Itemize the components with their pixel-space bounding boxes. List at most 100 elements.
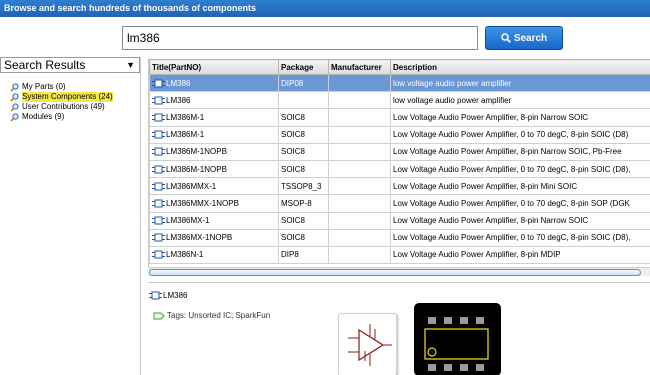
cell-manufacturer: [328, 73, 391, 93]
results-dropdown[interactable]: Search Results ▼: [0, 57, 140, 73]
chip-icon: [152, 79, 165, 88]
chip-icon: [152, 216, 165, 225]
window-title: Browse and search hundreds of thousands …: [4, 3, 257, 13]
column-header-manufacturer[interactable]: Manufacturer: [328, 59, 391, 75]
table-row[interactable]: LM386 low voltage audio power amplifier: [149, 91, 650, 110]
cell-package: DIP08: [278, 73, 329, 93]
column-header-description[interactable]: Description: [390, 59, 650, 75]
cell-title: LM386M-1: [149, 108, 279, 127]
dropdown-arrow-icon: ▼: [126, 60, 135, 70]
tree-item[interactable]: System Components (24): [10, 92, 140, 102]
chip-icon: [152, 96, 165, 105]
tree-item[interactable]: User Contributions (49): [10, 102, 140, 112]
cell-title-text: LM386MMX-1NOPB: [166, 198, 239, 208]
cell-title: LM386MX-1: [149, 211, 279, 230]
cell-package: SOIC8: [278, 159, 329, 179]
magnifier-icon: [10, 102, 19, 112]
table-row[interactable]: LM386M-1 SOIC8 Low Voltage Audio Power Amp…: [149, 125, 650, 144]
tree-item[interactable]: Modules (9): [10, 112, 140, 122]
chip-icon: [152, 233, 165, 242]
table-row[interactable]: LM386M-1NOPB SOIC8 Low Voltage Audio Power…: [149, 142, 650, 161]
chip-icon: [152, 199, 165, 208]
cell-title: LM386MX-1NOPB: [149, 228, 279, 247]
cell-description: Low Voltage Audio Power Amplifier, 0 to …: [390, 125, 650, 144]
cell-package: DIP8: [278, 245, 329, 265]
cell-manufacturer: [328, 108, 391, 127]
cell-title: LM386M-1: [149, 125, 279, 144]
cell-manufacturer: [328, 159, 391, 179]
cell-title: LM386MMX-1NOPB: [149, 194, 279, 213]
cell-title-text: LM386MX-1: [166, 216, 210, 226]
cell-manufacturer: [328, 142, 391, 161]
chip-icon: [152, 113, 165, 122]
magnifier-icon: [10, 82, 19, 92]
search-button[interactable]: Search: [485, 26, 563, 50]
search-input[interactable]: lm386: [122, 26, 478, 50]
cell-title-text: LM386MX-1NOPB: [166, 233, 233, 243]
component-detail-panel: LM386 Tags: Unsorted IC; SparkFun: [148, 282, 650, 375]
table-row[interactable]: LM386M-1 SOIC8 Low Voltage Audio Power Amp…: [149, 108, 650, 127]
horizontal-scrollbar[interactable]: [148, 267, 650, 276]
cell-manufacturer: [328, 211, 391, 230]
detail-title: LM386: [149, 291, 187, 300]
cell-title-text: LM386: [166, 95, 191, 105]
footprint-preview[interactable]: [414, 303, 501, 375]
cell-package: SOIC8: [278, 228, 329, 247]
tree-item-label: System Components (24): [22, 92, 113, 102]
chip-icon: [152, 182, 165, 191]
cell-package: SOIC8: [278, 125, 329, 144]
column-header-package[interactable]: Package: [278, 59, 329, 75]
scrollbar-thumb[interactable]: [149, 269, 641, 276]
cell-title-text: LM386M-1NOPB: [166, 164, 227, 174]
column-header-title[interactable]: Title(PartNO): [149, 59, 279, 75]
window-title-bar: Browse and search hundreds of thousands …: [0, 0, 650, 17]
cell-package: TSSOP8_3: [278, 177, 329, 196]
cell-package: SOIC8: [278, 211, 329, 230]
chip-icon: [149, 291, 162, 300]
detail-title-text: LM386: [163, 291, 188, 300]
chip-icon: [152, 250, 165, 259]
tree-item-label: User Contributions (49): [22, 102, 105, 111]
cell-title: LM386M-1NOPB: [149, 159, 279, 179]
cell-description: Low Voltage Audio Power Amplifier, 8-pin…: [390, 142, 650, 161]
cell-manufacturer: [328, 177, 391, 196]
schematic-symbol-preview[interactable]: [338, 313, 397, 375]
cell-description: low voltage audio power amplifier: [390, 91, 650, 110]
table-row[interactable]: LM386M-1NOPB SOIC8 Low Voltage Audio Power…: [149, 159, 650, 179]
table-row[interactable]: LM386N-1 DIP8 Low Voltage Audio Power Ampl…: [149, 245, 650, 265]
left-panel: Search Results ▼ My Parts (0) System Comp…: [0, 57, 141, 375]
results-table: Title(PartNO) Package Manufacturer Descr…: [148, 59, 650, 273]
cell-description: Low Voltage Audio Power Amplifier, 0 to …: [390, 228, 650, 247]
cell-title-text: LM386N-1: [166, 250, 204, 260]
table-row[interactable]: LM386MX-1 SOIC8 Low Voltage Audio Power Am…: [149, 211, 650, 230]
cell-title-text: LM386MMX-1: [166, 181, 217, 191]
cell-title: LM386: [149, 73, 279, 93]
cell-description: Low Voltage Audio Power Amplifier, 0 to …: [390, 159, 650, 179]
cell-title: LM386MMX-1: [149, 177, 279, 196]
tree-item[interactable]: My Parts (0): [10, 82, 140, 92]
chip-icon: [152, 165, 165, 174]
category-tree: My Parts (0) System Components (24) User C…: [10, 82, 140, 122]
detail-tags-text: Tags: Unsorted IC; SparkFun: [167, 311, 271, 320]
results-dropdown-value: Search Results: [4, 58, 86, 72]
cell-title: LM386N-1: [149, 245, 279, 265]
detail-tags: Tags: Unsorted IC; SparkFun: [153, 311, 270, 320]
table-row[interactable]: LM386 DIP08 low voltage audio power amplif…: [149, 73, 650, 93]
tree-item-label: My Parts (0): [22, 82, 66, 91]
cell-description: Low Voltage Audio Power Amplifier, 0 to …: [390, 194, 650, 213]
cell-package: MSOP-8: [278, 194, 329, 213]
magnifier-icon: [10, 92, 19, 102]
cell-title-text: LM386M-1NOPB: [166, 147, 227, 157]
table-row[interactable]: LM386MMX-1NOPB MSOP-8 Low Voltage Audio Po…: [149, 194, 650, 213]
table-row[interactable]: LM386MMX-1 TSSOP8_3 Low Voltage Audio Powe…: [149, 177, 650, 196]
cell-description: Low Voltage Audio Power Amplifier, 8-pin…: [390, 245, 650, 265]
cell-description: Low Voltage Audio Power Amplifier, 8-pin…: [390, 108, 650, 127]
table-header-row: Title(PartNO) Package Manufacturer Descr…: [149, 59, 650, 75]
cell-title: LM386: [149, 91, 279, 110]
cell-description: low voltage audio power amplifier: [390, 73, 650, 93]
tag-icon: [153, 312, 165, 319]
magnifier-icon: [10, 112, 19, 122]
cell-package: [278, 91, 329, 110]
table-row[interactable]: LM386MX-1NOPB SOIC8 Low Voltage Audio Powe…: [149, 228, 650, 247]
cell-title-text: LM386M-1: [166, 130, 205, 140]
